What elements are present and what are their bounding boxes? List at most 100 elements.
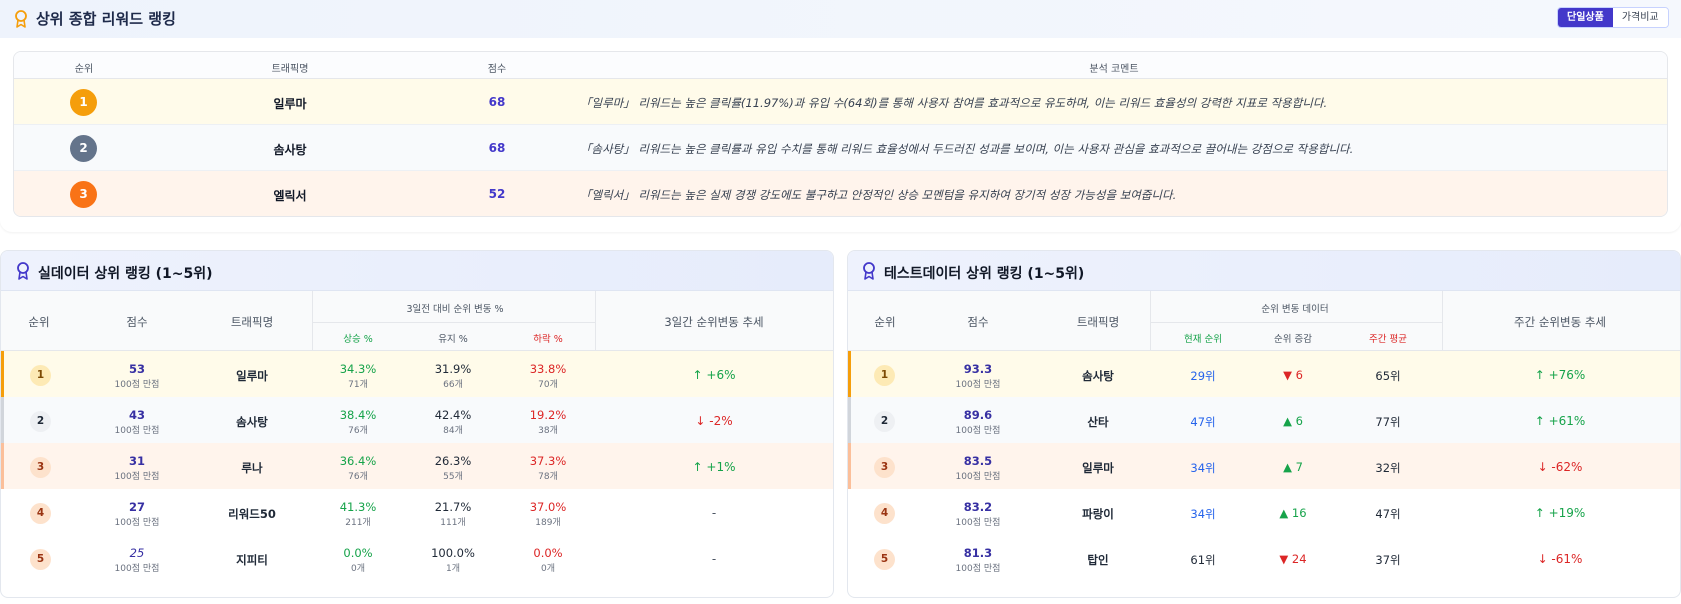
- weekly-average: 47위: [1375, 507, 1401, 521]
- header-score: 점수: [487, 64, 507, 75]
- traffic-name: 산타: [1087, 415, 1109, 429]
- overall-ranking-table: 순위 트래픽명 점수 분석 코멘트 1 일루마 68 「일루마」 리워드는 높은…: [13, 51, 1668, 217]
- traffic-name: 탑인: [1087, 553, 1109, 567]
- test-data-ranking-panel: 테스트데이터 상위 랭킹 (1~5위) 순위 점수 트래픽명 순위 변동 데이터…: [847, 250, 1681, 598]
- panel-header: 테스트데이터 상위 랭킹 (1~5위): [848, 251, 1680, 291]
- table-row[interactable]: 3 83.5 100점 만점 일루마 34위 ▲ 7 32위 ↓ -62%: [848, 443, 1680, 493]
- up-cell: 0.0% 0개: [343, 546, 372, 574]
- weekly-average: 77위: [1375, 415, 1401, 429]
- down-cell: 37.3% 78개: [530, 454, 567, 482]
- table-row[interactable]: 4 27 100점 만점 리워드50 41.3% 211개 21.7% 111개…: [1, 489, 833, 539]
- score-value: 81.3: [963, 546, 993, 560]
- rank-badge: 3: [874, 457, 895, 478]
- down-percent: 0.0%: [533, 546, 563, 560]
- score-cell: 83.5 100점 만점: [956, 454, 1001, 482]
- score: 68: [488, 141, 506, 155]
- single-product-toggle[interactable]: 단일상품: [1558, 8, 1613, 27]
- up-cell: 34.3% 71개: [340, 362, 377, 390]
- score-value: 27: [128, 500, 146, 514]
- divider: [312, 322, 595, 323]
- traffic-name: 루나: [241, 461, 263, 475]
- keep-cell: 31.9% 66개: [435, 362, 472, 390]
- down-count: 0개: [540, 564, 555, 574]
- header-trend: 3일간 순위변동 추세: [664, 315, 764, 329]
- header-name: 트래픽명: [230, 315, 274, 329]
- score-max-label: 100점 만점: [955, 518, 1001, 528]
- up-percent: 36.4%: [339, 454, 377, 468]
- keep-count: 66개: [443, 380, 463, 390]
- analysis-comment: 「솜사탕」 리워드는 높은 클릭률과 유입 수치를 통해 리워드 효율성에서 두…: [580, 142, 1354, 156]
- rank-circle: 3: [70, 181, 97, 208]
- table-row[interactable]: 5 81.3 100점 만점 탑인 61위 ▼ 24 37위 ↓ -61%: [848, 535, 1680, 585]
- score-cell: 25 100점 만점: [115, 546, 160, 574]
- table-header: 순위 트래픽명 점수 분석 코멘트: [14, 52, 1667, 79]
- table-row[interactable]: 2 43 100점 만점 솜사탕 38.4% 76개 42.4% 84개 19.…: [1, 397, 833, 447]
- analysis-comment: 「엘릭서」 리워드는 높은 실제 경쟁 강도에도 불구하고 안정적인 상승 모멘…: [580, 188, 1177, 202]
- score-value: 83.5: [963, 454, 993, 468]
- score-max-label: 100점 만점: [114, 380, 160, 390]
- weekly-average: 37위: [1375, 553, 1401, 567]
- keep-count: 1개: [445, 564, 461, 574]
- score-value: 31: [128, 454, 146, 468]
- header-down: 하락 %: [533, 334, 563, 345]
- traffic-name: 엘릭서: [273, 189, 307, 203]
- panel-title: 실데이터 상위 랭킹 (1~5위): [38, 266, 213, 282]
- score-cell: 27 100점 만점: [115, 500, 160, 528]
- row-accent: [1, 351, 4, 400]
- trend-value: ↓ -62%: [1537, 460, 1583, 474]
- score-cell: 31 100점 만점: [115, 454, 160, 482]
- table-row[interactable]: 3 31 100점 만점 루나 36.4% 76개 26.3% 55개 37.3…: [1, 443, 833, 493]
- table-row[interactable]: 1 93.3 100점 만점 솜사탕 29위 ▼ 6 65위 ↑ +76%: [848, 351, 1680, 401]
- up-percent: 0.0%: [343, 546, 373, 560]
- table-header: 순위 점수 트래픽명 순위 변동 데이터 현재 순위 순위 증감 주간 평균 주…: [848, 291, 1680, 351]
- divider: [1442, 291, 1443, 351]
- current-rank: 34위: [1190, 507, 1216, 521]
- score-max-label: 100점 만점: [114, 426, 160, 436]
- score-cell: 43 100점 만점: [115, 408, 160, 436]
- table-row[interactable]: 5 25 100점 만점 지피티 0.0% 0개 100.0% 1개 0.0% …: [1, 535, 833, 585]
- up-percent: 34.3%: [339, 362, 377, 376]
- header-group-change: 3일전 대비 순위 변동 %: [406, 304, 504, 315]
- rank-delta: ▲ 6: [1283, 414, 1303, 428]
- analysis-comment: 「일루마」 리워드는 높은 클릭률(11.97%)과 유입 수(64회)를 통해…: [580, 96, 1328, 110]
- score-value: 83.2: [963, 500, 993, 514]
- keep-percent: 42.4%: [434, 408, 472, 422]
- table-row[interactable]: 4 83.2 100점 만점 파랑이 34위 ▲ 16 47위 ↑ +19%: [848, 489, 1680, 539]
- down-cell: 33.8% 70개: [530, 362, 567, 390]
- score-cell: 83.2 100점 만점: [956, 500, 1001, 528]
- header-score: 점수: [126, 315, 148, 329]
- table-row[interactable]: 3 엘릭서 52 「엘릭서」 리워드는 높은 실제 경쟁 강도에도 불구하고 안…: [14, 171, 1667, 216]
- down-count: 38개: [538, 426, 558, 436]
- header-trend: 주간 순위변동 추세: [1514, 315, 1606, 329]
- rank-circle: 1: [70, 89, 97, 116]
- table-row[interactable]: 1 일루마 68 「일루마」 리워드는 높은 클릭률(11.97%)과 유입 수…: [14, 79, 1667, 125]
- divider: [1150, 291, 1151, 351]
- keep-count: 84개: [443, 426, 463, 436]
- row-accent: [848, 351, 851, 400]
- table-row[interactable]: 1 53 100점 만점 일루마 34.3% 71개 31.9% 66개 33.…: [1, 351, 833, 401]
- score-max-label: 100점 만점: [114, 472, 160, 482]
- table-header: 순위 점수 트래픽명 3일전 대비 순위 변동 % 상승 % 유지 % 하락 %…: [1, 291, 833, 351]
- table-row[interactable]: 2 89.6 100점 만점 산타 47위 ▲ 6 77위 ↑ +61%: [848, 397, 1680, 447]
- up-count: 0개: [350, 564, 365, 574]
- weekly-average: 32위: [1375, 461, 1401, 475]
- header-comment: 분석 코멘트: [1089, 64, 1139, 75]
- score-value: 93.3: [963, 362, 993, 376]
- score-max-label: 100점 만점: [955, 472, 1001, 482]
- up-cell: 38.4% 76개: [340, 408, 377, 436]
- rank-badge: 3: [30, 457, 51, 478]
- price-compare-toggle[interactable]: 가격비교: [1612, 8, 1668, 27]
- rank-badge: 1: [874, 365, 895, 386]
- keep-percent: 21.7%: [434, 500, 472, 514]
- up-count: 211개: [345, 518, 371, 528]
- score-cell: 81.3 100점 만점: [956, 546, 1001, 574]
- trend-value: ↓ -2%: [695, 414, 733, 428]
- row-accent: [848, 443, 851, 492]
- table-row[interactable]: 2 솜사탕 68 「솜사탕」 리워드는 높은 클릭률과 유입 수치를 통해 리워…: [14, 125, 1667, 171]
- keep-percent: 100.0%: [431, 546, 475, 560]
- trend-value: ↑ +76%: [1534, 368, 1586, 382]
- divider: [1150, 322, 1442, 323]
- trend-value: ↓ -61%: [1537, 552, 1583, 566]
- current-rank: 61위: [1190, 553, 1216, 567]
- score-value: 89.6: [963, 408, 993, 422]
